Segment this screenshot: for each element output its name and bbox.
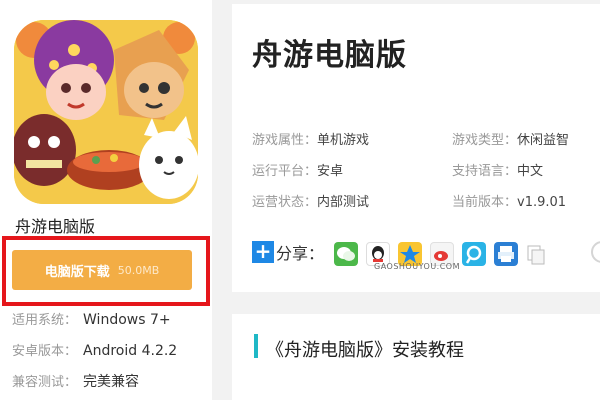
spec-os: 适用系统： Windows 7+ — [12, 309, 171, 328]
site-watermark-logo: 高 手 游 — [586, 240, 600, 280]
section-accent-bar — [254, 334, 258, 358]
watermark-text: GAOSHOUYOU.COM — [374, 262, 461, 271]
tutorial-section: 《舟游电脑版》安装教程 — [232, 314, 600, 400]
spec-compat-value: 完美兼容 — [83, 374, 140, 390]
attr-version: 当前版本：v1.9.01 — [452, 191, 566, 210]
attr-status-value: 内部测试 — [317, 195, 370, 210]
share-label: 分享： — [276, 244, 325, 263]
print-icon[interactable] — [494, 242, 518, 266]
share-bar: + 分享： — [252, 240, 324, 264]
wechat-icon[interactable] — [334, 242, 358, 266]
attr-language-label: 支持语言： — [452, 164, 518, 179]
page-title: 舟游电脑版 — [252, 38, 407, 73]
attr-type: 游戏类型：休闲益智 — [452, 129, 569, 148]
pc-download-button[interactable]: 电脑版下载 50.0MB — [12, 250, 192, 290]
attr-language: 支持语言：中文 — [452, 160, 543, 179]
tencent-weibo-icon[interactable] — [462, 242, 486, 266]
attr-platform: 运行平台：安卓 — [252, 160, 343, 179]
download-size: 50.0MB — [117, 263, 160, 277]
attr-property-value: 单机游戏 — [317, 133, 370, 148]
attr-type-label: 游戏类型： — [452, 133, 518, 148]
app-sidebar: 舟游电脑版 电脑版下载 50.0MB 适用系统： Windows 7+ 安卓版本：… — [0, 0, 212, 400]
spec-os-value: Windows 7+ — [83, 312, 171, 328]
spec-android-label: 安卓版本： — [12, 344, 78, 359]
spec-android: 安卓版本： Android 4.2.2 — [12, 340, 177, 359]
attr-property: 游戏属性：单机游戏 — [252, 129, 369, 148]
spec-compat-label: 兼容测试： — [12, 375, 78, 390]
spec-android-value: Android 4.2.2 — [83, 343, 178, 359]
copy-icon[interactable] — [524, 242, 548, 266]
attr-property-label: 游戏属性： — [252, 133, 318, 148]
attr-platform-value: 安卓 — [317, 164, 344, 179]
attr-version-label: 当前版本： — [452, 195, 518, 210]
attr-version-value: v1.9.01 — [517, 195, 567, 210]
tutorial-title: 《舟游电脑版》安装教程 — [266, 340, 464, 361]
app-name: 舟游电脑版 — [15, 217, 96, 236]
attr-platform-label: 运行平台： — [252, 164, 318, 179]
download-button-label: 电脑版下载 — [44, 264, 110, 280]
share-plus-icon[interactable]: + — [252, 241, 274, 263]
spec-compat: 兼容测试： 完美兼容 — [12, 371, 139, 391]
attr-type-value: 休闲益智 — [517, 133, 570, 148]
attr-status-label: 运营状态： — [252, 195, 318, 210]
spec-os-label: 适用系统： — [12, 313, 78, 328]
attr-status: 运营状态：内部测试 — [252, 191, 369, 210]
attr-language-value: 中文 — [517, 164, 544, 179]
app-icon[interactable] — [14, 20, 198, 204]
game-detail-panel: 舟游电脑版 游戏属性：单机游戏 游戏类型：休闲益智 运行平台：安卓 支持语言：中… — [232, 4, 600, 292]
